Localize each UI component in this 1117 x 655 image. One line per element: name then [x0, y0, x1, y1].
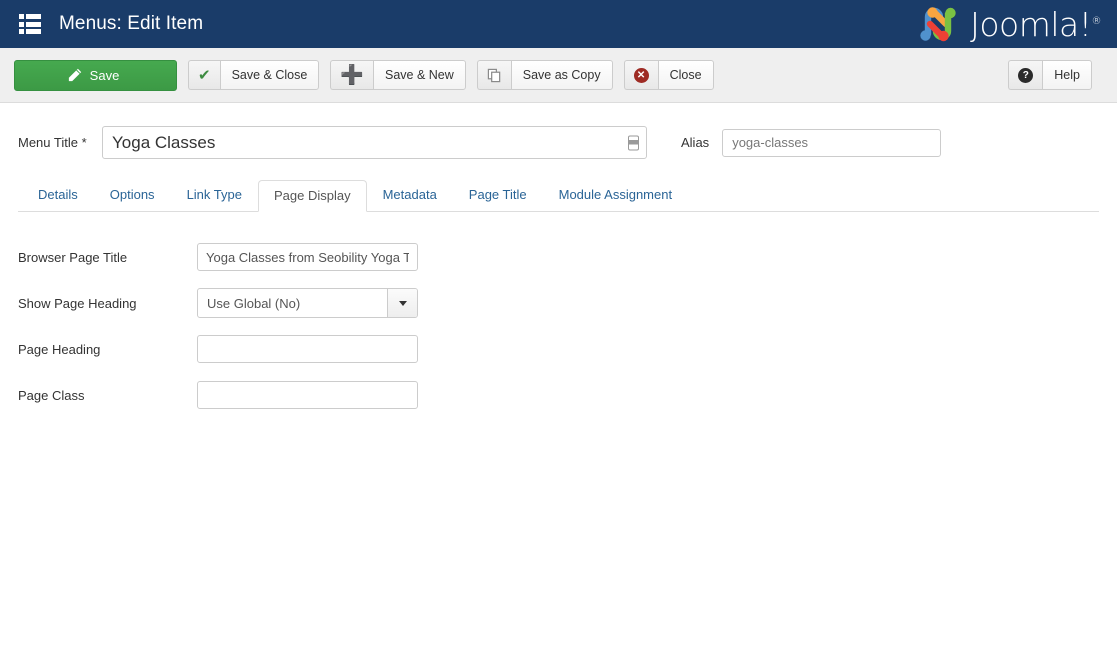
save-copy-button[interactable]: Save as Copy	[510, 60, 613, 90]
help-button[interactable]: Help	[1042, 60, 1092, 90]
help-button-group: ? Help	[1008, 60, 1092, 90]
tab-options[interactable]: Options	[94, 179, 171, 211]
save-close-button-group: ✔ Save & Close	[188, 60, 320, 90]
close-icon-button[interactable]: ✕	[623, 60, 658, 90]
joomla-logo: Joomla!®	[912, 4, 1101, 44]
save-new-icon-button[interactable]: ➕	[330, 60, 373, 90]
save-button-group: Save	[14, 59, 177, 91]
save-button-label: Save	[89, 67, 120, 83]
autofill-indicator-icon[interactable]	[628, 135, 639, 150]
close-button-group: ✕ Close	[623, 60, 714, 90]
show-page-heading-select[interactable]: Use Global (No)	[197, 288, 418, 318]
tab-page-display[interactable]: Page Display	[257, 180, 367, 212]
content-area: Menu Title * Alias Details Options Link …	[0, 103, 1117, 418]
tab-metadata[interactable]: Metadata	[367, 179, 453, 211]
page-heading-row: Page Heading	[18, 326, 1099, 372]
joomla-mark-icon	[920, 7, 956, 42]
browser-page-title-input[interactable]	[197, 243, 418, 271]
alias-label: Alias	[681, 135, 710, 150]
alias-input[interactable]	[722, 128, 942, 157]
check-icon: ✔	[198, 66, 211, 84]
page-heading-label: Page Heading	[18, 341, 101, 357]
page-display-form: Browser Page Title Show Page Heading Use…	[18, 212, 1099, 418]
joomla-wordmark: Joomla!	[970, 4, 1092, 44]
page-class-row: Page Class	[18, 372, 1099, 418]
tab-bar: Details Options Link Type Page Display M…	[18, 179, 1099, 212]
save-new-button[interactable]: Save & New	[372, 60, 466, 90]
page-title: Menus: Edit Item	[59, 13, 204, 34]
save-copy-icon-button[interactable]	[476, 60, 511, 90]
save-close-button[interactable]: Save & Close	[219, 60, 320, 90]
plus-icon: ➕	[340, 64, 364, 86]
menu-title-input[interactable]	[102, 126, 647, 159]
circle-x-icon: ✕	[633, 67, 649, 83]
title-alias-row: Menu Title * Alias	[18, 103, 1099, 162]
grid-menu-icon[interactable]	[19, 14, 41, 34]
tab-details[interactable]: Details	[22, 179, 94, 211]
close-button[interactable]: Close	[657, 60, 714, 90]
show-page-heading-row: Show Page Heading Use Global (No)	[18, 280, 1099, 326]
save-copy-button-group: Save as Copy	[476, 60, 613, 90]
tab-link-type[interactable]: Link Type	[171, 179, 258, 211]
browser-page-title-label: Browser Page Title	[18, 249, 128, 265]
edit-pencil-icon	[68, 68, 82, 82]
save-button[interactable]: Save	[14, 59, 177, 91]
page-class-input[interactable]	[197, 381, 418, 409]
save-new-button-group: ➕ Save & New	[330, 60, 466, 90]
copy-pages-icon	[487, 68, 502, 83]
tab-page-title[interactable]: Page Title	[453, 179, 543, 211]
save-close-icon-button[interactable]: ✔	[188, 60, 220, 90]
menu-title-label: Menu Title *	[18, 135, 87, 150]
registered-mark: ®	[1091, 15, 1102, 27]
browser-page-title-row: Browser Page Title	[18, 234, 1099, 280]
show-page-heading-label: Show Page Heading	[18, 295, 137, 311]
circle-question-icon: ?	[1018, 67, 1034, 83]
app-header: Menus: Edit Item Joomla!®	[0, 0, 1117, 48]
page-class-label: Page Class	[18, 387, 85, 403]
toolbar: Save ✔ Save & Close ➕ Save & New Save as…	[0, 48, 1117, 103]
show-page-heading-value: Use Global (No)	[207, 295, 301, 311]
menu-title-field-wrapper	[102, 126, 647, 159]
help-icon-button[interactable]: ?	[1008, 60, 1043, 90]
page-heading-input[interactable]	[197, 335, 418, 363]
tab-module-assignment[interactable]: Module Assignment	[543, 179, 688, 211]
chevron-down-icon[interactable]	[387, 289, 417, 317]
